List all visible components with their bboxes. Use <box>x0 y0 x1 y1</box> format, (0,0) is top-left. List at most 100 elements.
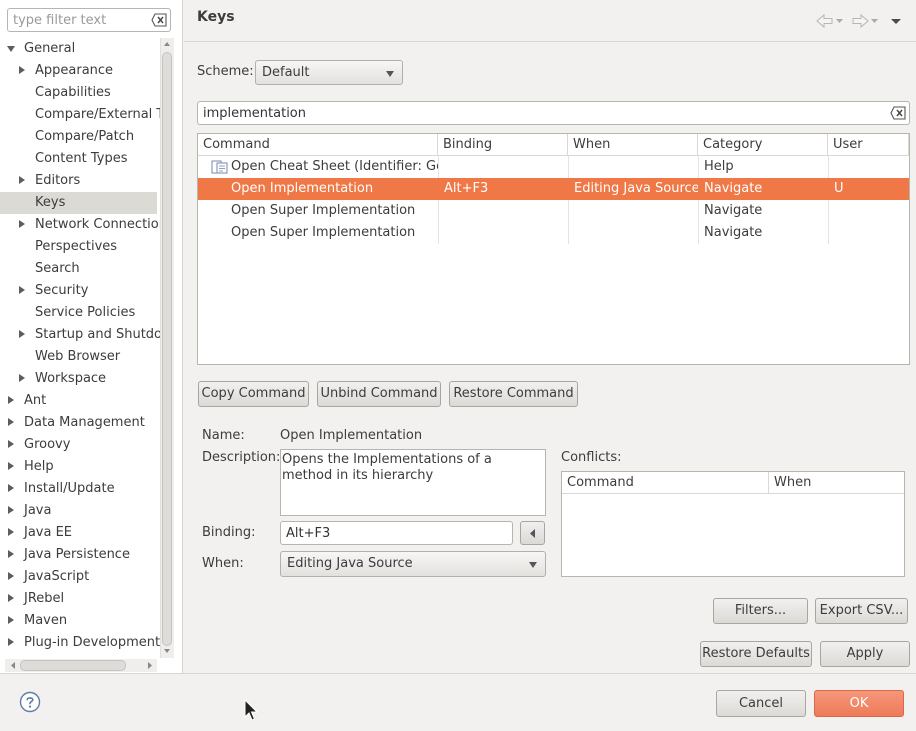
expand-right-icon[interactable] <box>8 594 14 602</box>
tree-item[interactable]: Java Persistence <box>0 544 157 566</box>
tree-item[interactable]: Ant <box>0 390 157 412</box>
tree-item[interactable]: Java EE <box>0 522 157 544</box>
name-value: Open Implementation <box>280 428 423 443</box>
footer-divider <box>0 673 916 674</box>
scroll-left-icon[interactable] <box>8 660 18 671</box>
tree-item-label: Network Connectior <box>35 217 160 232</box>
expand-right-icon[interactable] <box>19 220 25 228</box>
clear-filter-icon[interactable] <box>151 13 167 27</box>
table-row[interactable]: Open Cheat Sheet (Identifier: Gen Help <box>198 156 909 178</box>
view-menu-icon[interactable] <box>889 12 903 30</box>
column-header-when[interactable]: When <box>568 134 698 156</box>
forward-arrow-icon[interactable] <box>850 12 878 30</box>
tree-item[interactable]: Plug-in Development <box>0 632 160 654</box>
scroll-right-icon[interactable] <box>145 660 155 671</box>
expand-right-icon[interactable] <box>8 396 14 404</box>
binding-menu-button[interactable] <box>520 521 545 545</box>
expand-right-icon[interactable] <box>19 374 25 382</box>
restore-command-button[interactable]: Restore Command <box>449 381 578 407</box>
conflicts-column-command[interactable]: Command <box>562 472 769 494</box>
filters-button[interactable]: Filters... <box>713 598 808 624</box>
export-csv-button[interactable]: Export CSV... <box>815 598 908 624</box>
tree-item[interactable]: Maven <box>0 610 157 632</box>
expand-right-icon[interactable] <box>19 176 25 184</box>
tree-item[interactable]: Service Policies <box>0 302 157 324</box>
expand-right-icon[interactable] <box>8 506 14 514</box>
conflicts-column-when[interactable]: When <box>769 472 904 494</box>
tree-item[interactable]: Content Types <box>0 148 157 170</box>
expand-right-icon[interactable] <box>8 528 14 536</box>
table-row[interactable]: Open Super Implementation Navigate <box>198 200 909 222</box>
table-row[interactable]: Open Super Implementation Navigate <box>198 222 909 244</box>
column-header-command[interactable]: Command <box>198 134 438 156</box>
conflicts-label: Conflicts: <box>561 450 622 465</box>
expand-right-icon[interactable] <box>8 440 14 448</box>
tree-item[interactable]: Keys <box>0 192 157 214</box>
clear-search-icon[interactable] <box>890 106 906 120</box>
binding-input[interactable] <box>280 521 513 545</box>
scroll-up-icon[interactable] <box>162 38 172 50</box>
tree-item-label: JRebel <box>24 591 65 606</box>
expand-right-icon[interactable] <box>8 418 14 426</box>
tree-item[interactable]: Appearance <box>0 60 157 82</box>
tree-item-label: Install/Update <box>24 481 115 496</box>
expand-right-icon[interactable] <box>19 330 25 338</box>
tree-horizontal-scroll-thumb[interactable] <box>20 660 126 671</box>
tree-item[interactable]: Data Management <box>0 412 157 434</box>
tree-item[interactable]: Editors <box>0 170 157 192</box>
tree-item[interactable]: Security <box>0 280 157 302</box>
tree-item-label: Capabilities <box>35 85 111 100</box>
expand-right-icon[interactable] <box>8 638 14 646</box>
description-label: Description: <box>202 450 281 465</box>
tree-item[interactable]: Workspace <box>0 368 157 390</box>
keybindings-table[interactable]: Command Binding When Category User Open Cheat… <box>197 133 910 365</box>
ok-button[interactable]: OK <box>814 690 904 717</box>
help-icon[interactable] <box>19 691 41 713</box>
expand-right-icon[interactable] <box>8 572 14 580</box>
apply-button[interactable]: Apply <box>820 641 910 667</box>
tree-item[interactable]: Install/Update <box>0 478 157 500</box>
chevron-down-icon <box>529 562 537 568</box>
tree-item[interactable]: Compare/Patch <box>0 126 157 148</box>
tree-item[interactable]: Groovy <box>0 434 157 456</box>
tree-item[interactable]: Perspectives <box>0 236 157 258</box>
description-field[interactable]: Opens the Implementations of a method in… <box>280 449 546 516</box>
filter-input[interactable] <box>7 8 171 32</box>
expand-right-icon[interactable] <box>19 286 25 294</box>
expand-right-icon[interactable] <box>8 616 14 624</box>
command-search-input[interactable] <box>197 101 910 125</box>
column-header-category[interactable]: Category <box>698 134 828 156</box>
tree-vertical-scroll-thumb[interactable] <box>162 52 172 646</box>
tree-item[interactable]: Compare/External T <box>0 104 160 126</box>
scheme-select[interactable]: Default <box>255 60 403 85</box>
column-header-user[interactable]: User <box>828 134 909 156</box>
tree-item[interactable]: Network Connectior <box>0 214 160 236</box>
tree-item[interactable]: Startup and Shutdov <box>0 324 160 346</box>
tree-item-label: Workspace <box>35 371 107 386</box>
expand-right-icon[interactable] <box>8 462 14 470</box>
column-header-binding[interactable]: Binding <box>438 134 568 156</box>
copy-command-button[interactable]: Copy Command <box>198 381 309 407</box>
expand-right-icon[interactable] <box>8 550 14 558</box>
tree-item[interactable]: General <box>0 38 157 60</box>
tree-item[interactable]: JRebel <box>0 588 157 610</box>
tree-item-label: Appearance <box>35 63 114 78</box>
tree-item[interactable]: Web Browser <box>0 346 157 368</box>
table-row[interactable]: Open Implementation Alt+F3 Editing Java So… <box>198 178 909 200</box>
back-arrow-icon[interactable] <box>815 12 843 30</box>
unbind-command-button[interactable]: Unbind Command <box>317 381 441 407</box>
cancel-button[interactable]: Cancel <box>716 690 806 717</box>
conflicts-table[interactable]: Command When <box>561 471 905 577</box>
when-select[interactable]: Editing Java Source <box>280 551 546 577</box>
tree-item[interactable]: Search <box>0 258 157 280</box>
restore-defaults-button[interactable]: Restore Defaults <box>700 641 812 667</box>
name-label: Name: <box>202 428 245 443</box>
tree-item[interactable]: Java <box>0 500 157 522</box>
expand-right-icon[interactable] <box>8 484 14 492</box>
tree-item[interactable]: Capabilities <box>0 82 157 104</box>
expand-right-icon[interactable] <box>19 66 25 74</box>
tree-item[interactable]: Help <box>0 456 157 478</box>
scroll-down-icon[interactable] <box>162 645 172 657</box>
tree-item[interactable]: JavaScript <box>0 566 157 588</box>
expand-down-icon[interactable] <box>7 46 15 52</box>
